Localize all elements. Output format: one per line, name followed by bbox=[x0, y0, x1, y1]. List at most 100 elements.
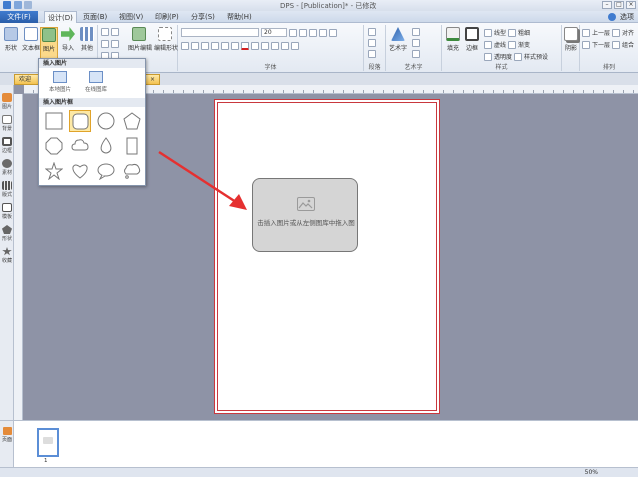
frame-rectangle[interactable] bbox=[43, 110, 65, 132]
justify-icon[interactable] bbox=[319, 28, 327, 37]
align-left-icon[interactable] bbox=[289, 28, 297, 37]
transparency-icon[interactable] bbox=[484, 52, 492, 61]
left-panel-template[interactable]: 模板 bbox=[1, 203, 13, 220]
image-edit-button[interactable]: 图片编辑 bbox=[128, 27, 152, 52]
help-icon[interactable] bbox=[608, 13, 616, 21]
subscript-icon[interactable] bbox=[231, 42, 239, 50]
left-panel-layout[interactable]: 版式 bbox=[1, 181, 13, 198]
undo-icon[interactable] bbox=[24, 1, 32, 9]
style-preset-icon[interactable] bbox=[514, 52, 523, 61]
bring-forward-icon[interactable] bbox=[582, 28, 590, 37]
link-tool-icon[interactable] bbox=[111, 40, 119, 48]
tab-share[interactable]: 分享(S) bbox=[188, 11, 218, 23]
superscript-icon[interactable] bbox=[221, 42, 229, 50]
options-button[interactable]: 选项 bbox=[620, 11, 634, 23]
frame-speech-cloud[interactable] bbox=[121, 160, 143, 182]
window-controls: – □ × bbox=[602, 1, 636, 9]
image-placeholder-frame[interactable]: 击插入图片或从左侧图库中拖入图 bbox=[252, 178, 358, 252]
local-image-option[interactable]: 本地图片 bbox=[45, 71, 75, 95]
highlight-icon[interactable] bbox=[251, 42, 259, 50]
left-panel-favorites[interactable]: 收藏 bbox=[1, 247, 13, 264]
frame-tall-rectangle[interactable] bbox=[121, 135, 143, 157]
paragraph-icon[interactable] bbox=[368, 28, 376, 36]
fill-button[interactable]: 填充 bbox=[444, 27, 462, 52]
online-gallery-option[interactable]: 在线图库 bbox=[81, 71, 111, 95]
hand-tool-icon[interactable] bbox=[111, 28, 119, 36]
frame-cloud[interactable] bbox=[69, 135, 91, 157]
frame-speech-oval[interactable] bbox=[95, 160, 117, 182]
dash-style-icon[interactable] bbox=[484, 40, 492, 49]
bullets-icon[interactable] bbox=[261, 42, 269, 50]
arttext-edit-icon[interactable] bbox=[412, 28, 420, 36]
left-panel-frame[interactable]: 边框 bbox=[1, 137, 13, 154]
page-thumbnail[interactable] bbox=[37, 428, 59, 457]
left-panel-image[interactable]: 图片 bbox=[1, 93, 13, 110]
frame-pentagon[interactable] bbox=[121, 110, 143, 132]
minimize-button[interactable]: – bbox=[602, 1, 612, 9]
zoom-level[interactable]: 50% bbox=[585, 468, 598, 477]
align-right-icon[interactable] bbox=[309, 28, 317, 37]
strikethrough-icon[interactable] bbox=[211, 42, 219, 50]
save-icon[interactable] bbox=[14, 1, 22, 9]
menu-bar: 文件(F) 设计(D) 页面(B) 视图(V) 印刷(P) 分享(S) 帮助(H… bbox=[0, 11, 638, 23]
font-size-select[interactable]: 20 bbox=[261, 28, 287, 37]
page-thumbnail-panel: 页面 1 bbox=[0, 420, 638, 468]
border-button[interactable]: 边框 bbox=[463, 27, 481, 52]
indent-icon[interactable] bbox=[281, 42, 289, 50]
line-weight-icon[interactable] bbox=[508, 28, 517, 37]
close-button[interactable]: × bbox=[626, 1, 636, 9]
send-backward-icon[interactable] bbox=[582, 40, 590, 49]
other-button[interactable]: 其他 bbox=[78, 27, 96, 52]
frame-octagon[interactable] bbox=[43, 135, 65, 157]
shadow-button[interactable]: 阴影 bbox=[562, 27, 580, 52]
file-menu-tab[interactable]: 文件(F) bbox=[0, 11, 38, 23]
fill-icon bbox=[446, 27, 460, 41]
line-style-icon[interactable] bbox=[484, 28, 492, 37]
frame-drop[interactable] bbox=[95, 135, 117, 157]
font-color-icon[interactable] bbox=[241, 42, 249, 50]
font-family-select[interactable] bbox=[181, 28, 259, 37]
left-panel-shape[interactable]: 形状 bbox=[1, 225, 13, 242]
close-tab-icon[interactable]: × bbox=[150, 75, 155, 84]
bold-icon[interactable] bbox=[181, 42, 189, 50]
textbox-button[interactable]: 文本框 bbox=[22, 27, 40, 52]
frame-heart[interactable] bbox=[69, 160, 91, 182]
local-image-icon bbox=[53, 71, 67, 83]
align-icon[interactable] bbox=[612, 28, 620, 37]
pages-tab[interactable]: 页面 bbox=[1, 427, 13, 443]
import-button[interactable]: 导入 bbox=[59, 27, 77, 52]
left-panel-material[interactable]: 素材 bbox=[1, 159, 13, 176]
frame-circle[interactable] bbox=[95, 110, 117, 132]
arttext-transform-icon[interactable] bbox=[412, 39, 420, 47]
outdent-icon[interactable] bbox=[291, 42, 299, 50]
left-panel-background[interactable]: 背景 bbox=[1, 115, 13, 132]
menu-right: 选项 bbox=[608, 11, 634, 23]
line-spacing-icon[interactable] bbox=[329, 28, 337, 37]
numbering-icon[interactable] bbox=[271, 42, 279, 50]
arttext-effect-icon[interactable] bbox=[412, 50, 420, 58]
tab-view[interactable]: 视图(V) bbox=[116, 11, 146, 23]
wrap-icon[interactable] bbox=[368, 50, 376, 58]
arttext-button[interactable]: 艺术字 bbox=[388, 27, 408, 52]
tab-help[interactable]: 帮助(H) bbox=[224, 11, 255, 23]
italic-icon[interactable] bbox=[191, 42, 199, 50]
tab-design[interactable]: 设计(D) bbox=[44, 11, 77, 23]
shape-button[interactable]: 形状 bbox=[2, 27, 20, 52]
frame-rounded-rectangle[interactable] bbox=[69, 110, 91, 132]
crop-tool-icon[interactable] bbox=[101, 40, 109, 48]
tab-page[interactable]: 页面(B) bbox=[80, 11, 110, 23]
frame-star[interactable] bbox=[43, 160, 65, 182]
group-icon[interactable] bbox=[612, 40, 620, 49]
maximize-button[interactable]: □ bbox=[614, 1, 624, 9]
pages-icon bbox=[2, 427, 12, 435]
underline-icon[interactable] bbox=[201, 42, 209, 50]
text-tool-icon[interactable] bbox=[101, 28, 109, 36]
arttext-icon bbox=[391, 27, 405, 41]
template-icon bbox=[2, 203, 12, 212]
window-title: DPS - [Publication]* - 已修改 bbox=[280, 2, 377, 10]
edit-shape-button[interactable]: 编辑形状 bbox=[154, 27, 178, 52]
columns-icon[interactable] bbox=[368, 39, 376, 47]
tab-print[interactable]: 印刷(P) bbox=[152, 11, 182, 23]
align-center-icon[interactable] bbox=[299, 28, 307, 37]
gradient-icon[interactable] bbox=[508, 40, 517, 49]
